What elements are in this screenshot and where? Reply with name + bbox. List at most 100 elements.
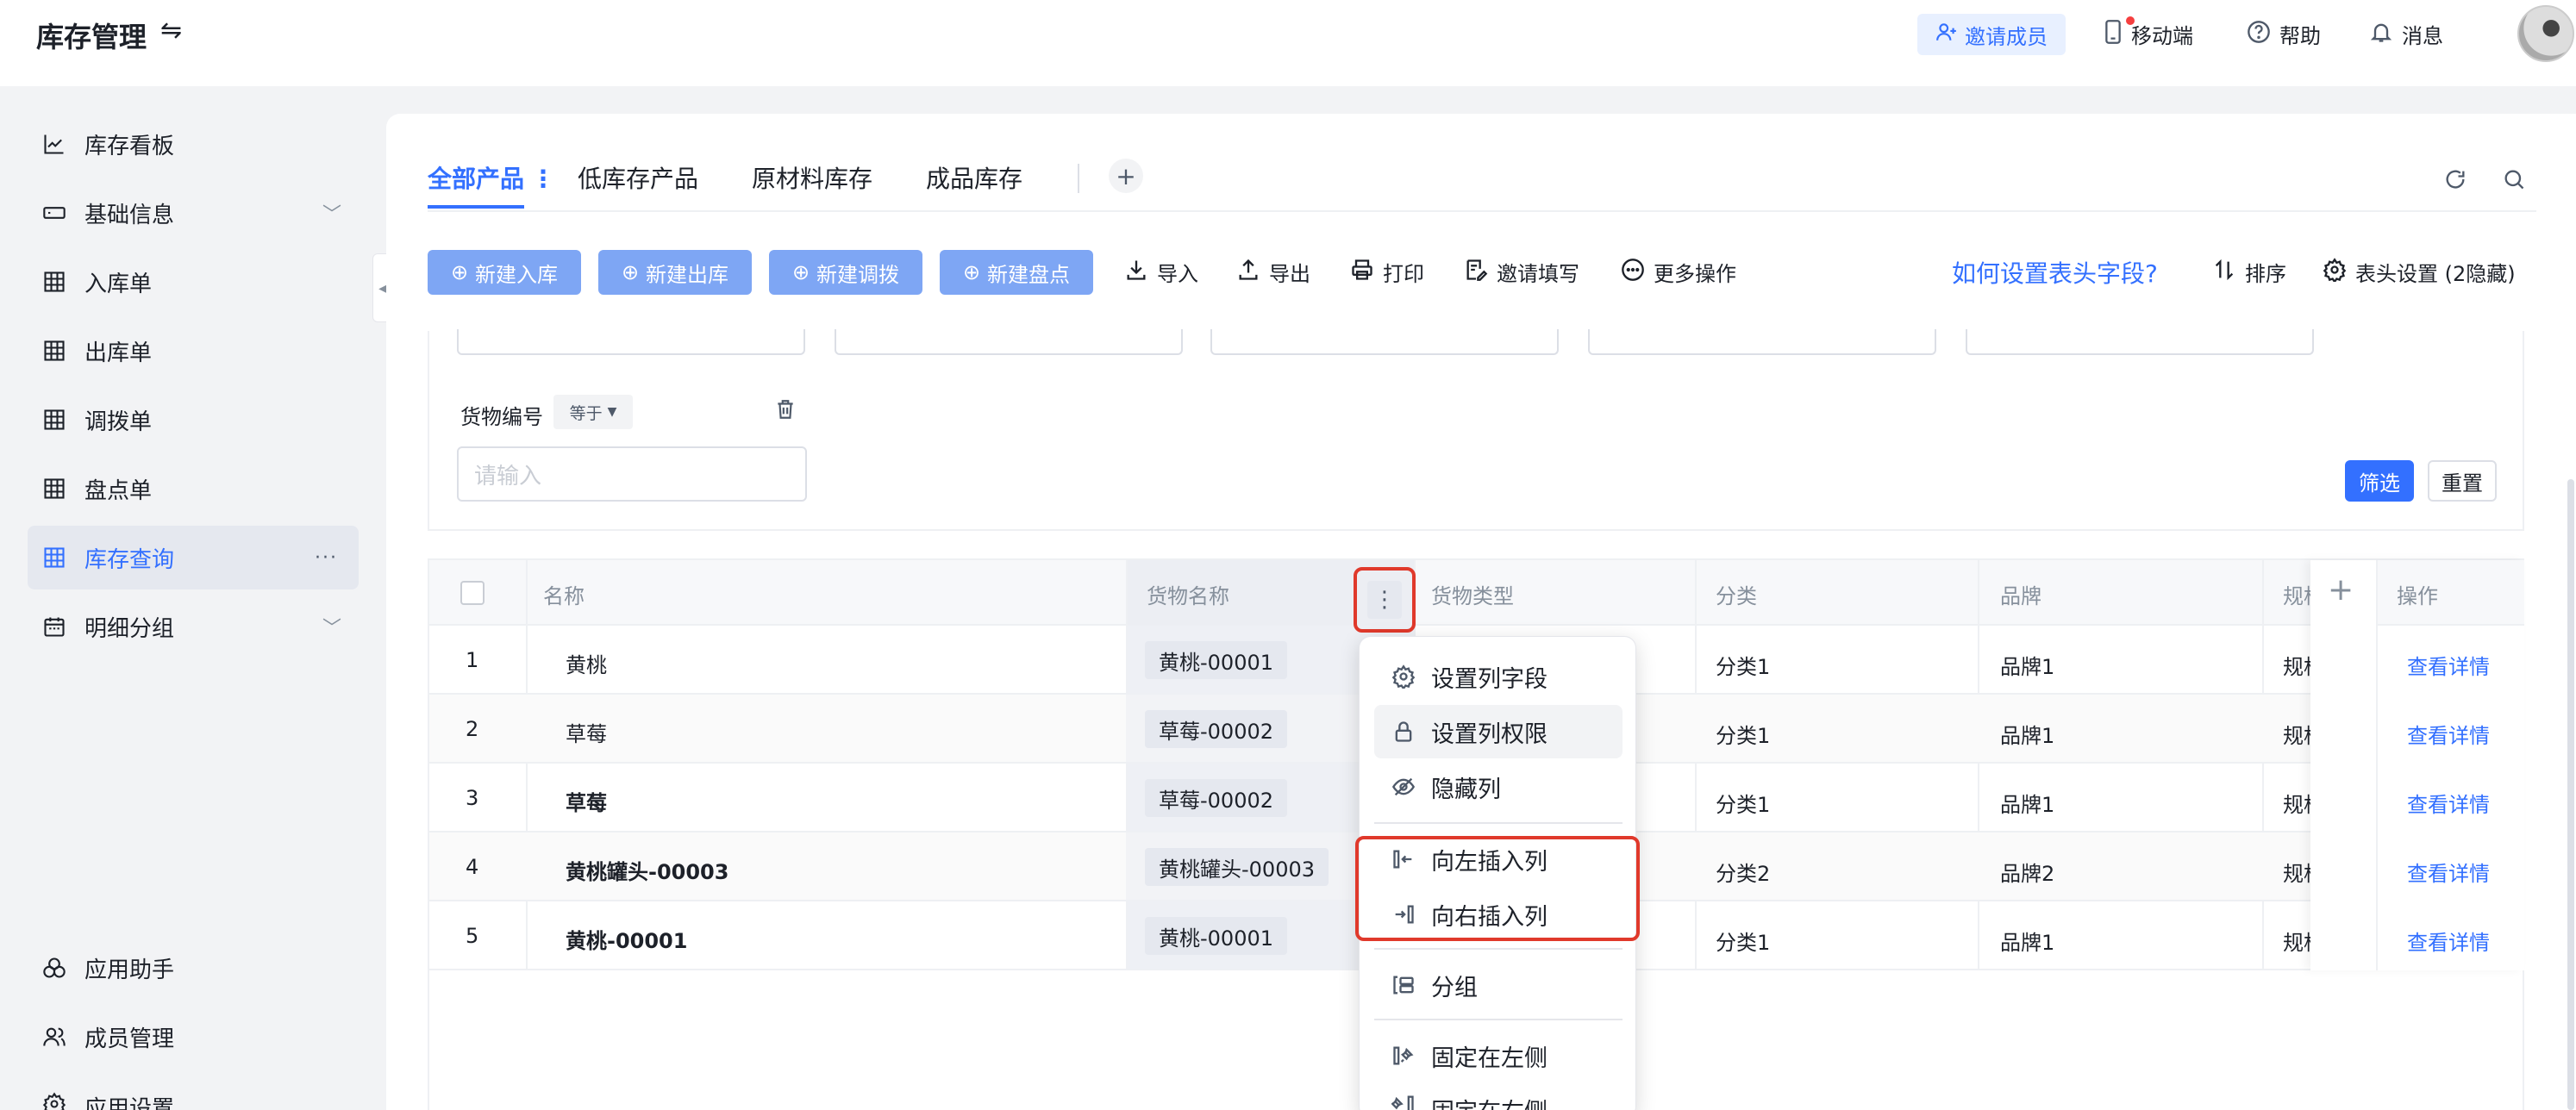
cell-name: 草莓 (566, 791, 607, 815)
filter-input-partial[interactable] (835, 329, 1183, 355)
button-label: 新建出库 (646, 262, 729, 287)
sidebar-item-stocktake[interactable]: 盘点单 (28, 457, 359, 521)
more-actions-button[interactable]: 更多操作 (1621, 257, 1736, 287)
mobile-link[interactable]: 移动端 (2104, 16, 2193, 49)
plus-icon: + (1116, 161, 1136, 190)
sidebar-item-inbound[interactable]: 入库单 (28, 250, 359, 314)
import-button[interactable]: 导入 (1124, 257, 1198, 287)
column-header-brand[interactable]: 品牌 (2000, 579, 2041, 609)
menu-item-hide-column[interactable]: 隐藏列 (1374, 760, 1623, 814)
cell-brand: 品牌1 (2000, 793, 2055, 817)
filter-input-partial[interactable] (1210, 329, 1559, 355)
plus-circle-icon: ⊕ (962, 260, 981, 284)
view-details-link[interactable]: 查看详情 (2407, 926, 2490, 956)
invite-member-button[interactable]: 邀请成员 (1917, 14, 2066, 55)
column-header-spec[interactable]: 规格 (2283, 579, 2310, 609)
cell-brand: 品牌2 (2000, 862, 2055, 886)
column-header-name[interactable]: 名称 (543, 579, 585, 609)
button-label: 导入 (1157, 262, 1198, 286)
new-outbound-button[interactable]: ⊕ 新建出库 (598, 250, 752, 295)
printer-icon (1350, 258, 1374, 287)
sidebar-item-app-settings[interactable]: 应用设置 (28, 1074, 359, 1110)
sort-button[interactable]: 排序 (2212, 257, 2286, 287)
menu-item-label: 固定在右侧 (1431, 1093, 1547, 1110)
menu-item-label: 固定在左侧 (1431, 1045, 1547, 1072)
header-settings-button[interactable]: 表头设置 (2隐藏) (2323, 257, 2516, 287)
menu-item-label: 设置列权限 (1431, 720, 1547, 748)
view-details-link[interactable]: 查看详情 (2407, 719, 2490, 749)
messages-label: 消息 (2402, 24, 2443, 48)
column-header-goods-name[interactable]: 货物名称 (1147, 579, 1229, 609)
filter-button[interactable]: 筛选 (2345, 460, 2414, 502)
search-icon[interactable] (2502, 167, 2526, 197)
menu-item-pin-right[interactable]: 固定在右侧 (1374, 1082, 1623, 1110)
switch-app-icon[interactable]: ⇋ (160, 16, 182, 46)
assistant-icon (41, 955, 67, 981)
filter-input-partial[interactable] (1966, 329, 2314, 355)
calendar-icon (41, 614, 67, 639)
new-stocktake-button[interactable]: ⊕ 新建盘点 (940, 250, 1093, 295)
menu-item-set-column-field[interactable]: 设置列字段 (1374, 650, 1623, 703)
more-circle-icon (1621, 258, 1645, 287)
menu-item-pin-left[interactable]: 固定在左侧 (1374, 1029, 1623, 1082)
eye-off-icon (1390, 775, 1417, 799)
select-all-checkbox[interactable] (460, 581, 485, 605)
sidebar-item-transfer[interactable]: 调拨单 (28, 388, 359, 452)
sidebar-item-app-assistant[interactable]: 应用助手 (28, 936, 359, 1000)
cell-name: 黄桃-00001 (566, 929, 688, 953)
column-header-goods-type[interactable]: 货物类型 (1431, 579, 1514, 609)
filter-input-partial[interactable] (457, 329, 805, 355)
refresh-icon[interactable] (2443, 167, 2467, 197)
sidebar-item-outbound[interactable]: 出库单 (28, 319, 359, 383)
sidebar-item-label: 基础信息 (84, 202, 175, 228)
add-tab-button[interactable]: + (1109, 159, 1143, 193)
invite-member-label: 邀请成员 (1965, 24, 2048, 49)
avatar[interactable] (2517, 5, 2574, 62)
row-index: 3 (466, 786, 479, 810)
more-icon[interactable]: ··· (315, 547, 338, 569)
sidebar-item-basic-info[interactable]: 基础信息 ﹀ (28, 181, 359, 245)
sidebar-item-label: 库存查询 (84, 546, 175, 573)
invite-fill-button[interactable]: 邀请填写 (1464, 257, 1579, 287)
column-header-category[interactable]: 分类 (1716, 579, 1757, 609)
help-link[interactable]: 帮助 (2247, 19, 2321, 49)
plus-circle-icon: ⊕ (450, 260, 469, 284)
column-options-button[interactable]: ⋮ (1354, 567, 1416, 633)
delete-filter-icon[interactable] (774, 398, 797, 427)
sidebar-item-inventory-query[interactable]: 库存查询 ··· (28, 526, 359, 589)
mobile-label: 移动端 (2131, 24, 2193, 48)
sidebar-item-dashboard[interactable]: 库存看板 (28, 112, 359, 176)
goods-code-input[interactable]: 请输入 (457, 446, 807, 502)
how-to-set-header-link[interactable]: 如何设置表头字段? (1952, 255, 2158, 290)
menu-item-group[interactable]: 分组 (1374, 958, 1623, 1012)
tabs-divider (428, 210, 2536, 212)
view-details-link[interactable]: 查看详情 (2407, 857, 2490, 887)
sidebar-item-member-management[interactable]: 成员管理 (28, 1005, 359, 1069)
sort-icon (2212, 258, 2236, 287)
new-transfer-button[interactable]: ⊕ 新建调拨 (769, 250, 922, 295)
menu-item-set-column-permission[interactable]: 设置列权限 (1374, 705, 1623, 758)
pin-right-icon (1390, 1093, 1417, 1110)
tab-all-products[interactable]: 全部产品 ⋮ (428, 160, 555, 195)
highlight-box (1355, 836, 1640, 941)
button-label: 表头设置 (2隐藏) (2355, 262, 2516, 286)
tab-low-stock[interactable]: 低库存产品 (578, 160, 698, 195)
add-column-icon[interactable]: + (2328, 572, 2354, 608)
print-button[interactable]: 打印 (1350, 257, 1424, 287)
reset-button[interactable]: 重置 (2428, 460, 2497, 502)
export-button[interactable]: 导出 (1236, 257, 1310, 287)
view-details-link[interactable]: 查看详情 (2407, 650, 2490, 680)
tab-raw-materials[interactable]: 原材料库存 (752, 160, 872, 195)
sidebar-item-detail-group[interactable]: 明细分组 ﹀ (28, 595, 359, 658)
tab-options-icon[interactable]: ⋮ (531, 165, 555, 193)
operator-select[interactable]: 等于 ▼ (553, 395, 633, 429)
scrollbar[interactable] (2567, 479, 2574, 1110)
new-inbound-button[interactable]: ⊕ 新建入库 (428, 250, 581, 295)
messages-link[interactable]: 消息 (2369, 19, 2443, 49)
button-label: 新建入库 (475, 262, 559, 287)
tab-finished-goods[interactable]: 成品库存 (926, 160, 1022, 195)
filter-input-partial[interactable] (1588, 329, 1936, 355)
active-tab-indicator (428, 205, 524, 209)
view-details-link[interactable]: 查看详情 (2407, 788, 2490, 818)
cell-spec: 规格 (2283, 862, 2310, 886)
